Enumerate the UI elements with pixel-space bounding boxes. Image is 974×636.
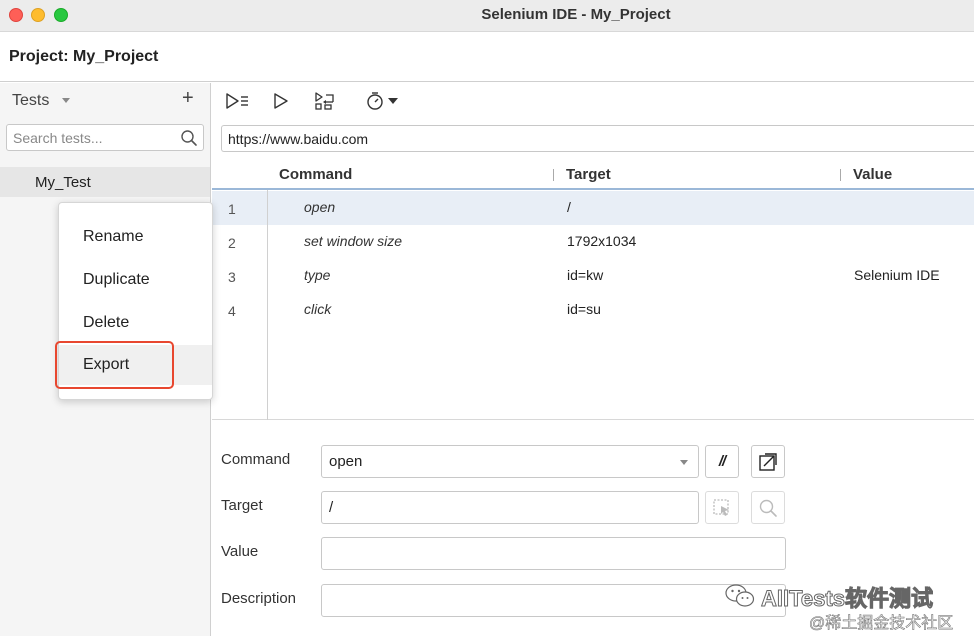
menu-item-rename[interactable]: Rename — [59, 217, 212, 257]
column-resizer[interactable] — [840, 169, 841, 181]
toggle-comment-button[interactable]: // — [705, 445, 739, 478]
description-label: Description — [221, 590, 297, 607]
command-label: Command — [221, 451, 291, 468]
command-select[interactable] — [321, 445, 699, 478]
test-item-label: My_Test — [35, 174, 91, 191]
search-icon[interactable] — [180, 129, 198, 147]
row-number-gutter — [267, 190, 268, 420]
description-input[interactable] — [322, 585, 777, 616]
chevron-down-icon[interactable] — [680, 460, 688, 465]
project-header: Project: My_Project — [0, 32, 974, 82]
row-number: 1 — [228, 201, 236, 217]
open-reference-button[interactable] — [751, 445, 785, 478]
column-resizer[interactable] — [553, 169, 554, 181]
row-target: / — [567, 199, 571, 215]
select-target-button[interactable] — [705, 491, 739, 524]
row-number: 3 — [228, 269, 236, 285]
base-url-field — [221, 125, 974, 152]
title-bar: Selenium IDE - My_Project — [0, 0, 974, 32]
search-tests-box — [6, 124, 204, 151]
row-number: 4 — [228, 303, 236, 319]
command-input[interactable] — [322, 446, 662, 477]
column-header-command: Command — [279, 166, 353, 183]
run-all-icon[interactable] — [225, 90, 251, 112]
table-row[interactable]: 1 open / — [212, 191, 974, 225]
command-table: Command Target Value 1 open / 2 set wind… — [212, 159, 974, 420]
description-field — [321, 584, 786, 617]
project-name[interactable]: Project: My_Project — [9, 48, 158, 66]
speed-icon[interactable] — [365, 90, 401, 112]
playback-toolbar — [212, 83, 974, 119]
table-header: Command Target Value — [212, 159, 974, 190]
tests-dropdown[interactable]: Tests — [12, 92, 49, 110]
watermark-subtitle: @稀土掘金技术社区 — [809, 615, 954, 633]
run-icon[interactable] — [272, 90, 290, 112]
target-input[interactable] — [322, 492, 692, 523]
row-command: click — [304, 301, 332, 317]
search-tests-input[interactable] — [7, 125, 177, 150]
caret-down-icon[interactable] — [62, 98, 70, 103]
row-value: Selenium IDE — [854, 267, 940, 283]
table-row[interactable]: 4 click id=su — [212, 293, 974, 327]
search-icon — [759, 499, 777, 517]
test-context-menu: Rename Duplicate Delete Export — [58, 202, 213, 400]
column-header-target: Target — [566, 166, 611, 183]
menu-item-export[interactable]: Export — [59, 345, 212, 385]
row-target: id=su — [567, 301, 601, 317]
menu-item-delete[interactable]: Delete — [59, 303, 212, 343]
row-command: type — [304, 267, 331, 283]
base-url-input[interactable] — [222, 126, 962, 151]
value-input[interactable] — [322, 538, 777, 569]
target-label: Target — [221, 497, 263, 514]
row-command: set window size — [304, 233, 403, 249]
row-target: id=kw — [567, 267, 604, 283]
table-row[interactable]: 2 set window size 1792x1034 — [212, 225, 974, 259]
add-test-button[interactable]: + — [182, 87, 194, 110]
menu-item-duplicate[interactable]: Duplicate — [59, 260, 212, 300]
table-row[interactable]: 3 type id=kw Selenium IDE — [212, 259, 974, 293]
value-label: Value — [221, 543, 259, 560]
column-header-value: Value — [853, 166, 893, 183]
find-target-button[interactable] — [751, 491, 785, 524]
test-item-my-test[interactable]: My_Test — [0, 167, 210, 197]
external-link-icon — [759, 452, 777, 471]
window-title: Selenium IDE - My_Project — [481, 6, 671, 23]
step-icon[interactable] — [313, 90, 337, 112]
select-element-icon — [713, 498, 729, 516]
row-number: 2 — [228, 235, 236, 251]
wechat-logo-icon — [725, 584, 755, 607]
target-field — [321, 491, 699, 524]
row-target: 1792x1034 — [567, 233, 637, 249]
value-field — [321, 537, 786, 570]
row-command: open — [304, 199, 336, 215]
watermark: AllTests软件测试 @稀土掘金技术社区 — [725, 579, 974, 636]
comment-icon: // — [718, 453, 726, 470]
